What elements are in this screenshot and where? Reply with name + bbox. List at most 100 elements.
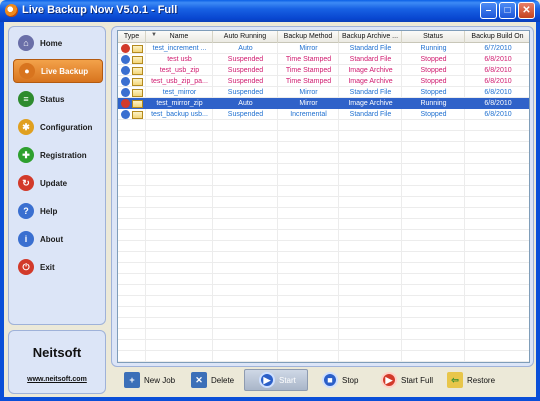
table-cell-built: 6/8/2010 bbox=[484, 100, 512, 107]
app-icon bbox=[5, 4, 18, 17]
exit-icon: ⏻ bbox=[18, 259, 34, 275]
grid-line bbox=[118, 207, 529, 208]
table-row[interactable]: test_increment ... Auto Mirror Standard Fil… bbox=[118, 43, 529, 54]
table-cell-archive: Image Archive bbox=[348, 100, 393, 107]
maximize-button[interactable]: □ bbox=[499, 2, 516, 19]
sidebar-item-home[interactable]: ⌂ Home bbox=[13, 31, 103, 55]
stop-label: Stop bbox=[342, 375, 359, 385]
column-header[interactable]: Auto Running bbox=[213, 31, 278, 43]
close-button[interactable]: ✕ bbox=[518, 2, 535, 19]
table-cell-method: Mirror bbox=[299, 89, 318, 96]
start-icon: ▶ bbox=[259, 372, 275, 388]
sidebar-item-live-backup[interactable]: ● Live Backup bbox=[13, 59, 103, 83]
table-cell-auto: Auto bbox=[238, 100, 253, 107]
job-type-icon bbox=[121, 44, 145, 53]
job-type-icon bbox=[121, 99, 145, 108]
sidebar-item-status[interactable]: ≡ Status bbox=[13, 87, 103, 111]
sidebar-item-label: Update bbox=[40, 178, 68, 188]
table-cell-method: Time Stamped bbox=[285, 78, 332, 85]
table-row[interactable]: test usb Suspended Time Stamped Standard Fi… bbox=[118, 54, 529, 65]
backup-jobs-table: Type Name Auto Running Backup Method Backup … bbox=[117, 30, 530, 363]
grid-line bbox=[118, 361, 529, 362]
column-header[interactable]: Status bbox=[402, 31, 465, 43]
table-cell-method: Mirror bbox=[299, 45, 318, 52]
table-cell-status: Stopped bbox=[420, 89, 447, 96]
table-cell-name: test_increment ... bbox=[152, 45, 207, 52]
sidebar-item-label: Help bbox=[40, 206, 58, 216]
table-cell-status: Running bbox=[420, 100, 447, 107]
grid-line bbox=[118, 317, 529, 318]
new-job-icon: + bbox=[124, 372, 140, 388]
grid-line bbox=[118, 163, 529, 164]
brand-box: Neitsoft www.neitsoft.com bbox=[8, 330, 106, 394]
grid-line bbox=[118, 240, 529, 241]
delete-button[interactable]: ✕ Delete bbox=[191, 369, 234, 391]
minimize-icon: – bbox=[485, 5, 492, 16]
configuration-gear-icon: ✱ bbox=[18, 119, 34, 135]
table-cell-auto: Suspended bbox=[227, 111, 264, 118]
brand-url-link[interactable]: www.neitsoft.com bbox=[9, 376, 105, 383]
start-full-button[interactable]: ▶ Start Full bbox=[381, 369, 433, 391]
delete-label: Delete bbox=[211, 375, 235, 385]
table-cell-status: Stopped bbox=[420, 111, 447, 118]
sidebar-item-configuration[interactable]: ✱ Configuration bbox=[13, 115, 103, 139]
table-cell-built: 6/8/2010 bbox=[484, 111, 512, 118]
new-job-button[interactable]: + New Job bbox=[124, 369, 175, 391]
about-icon: i bbox=[18, 231, 34, 247]
table-cell-status: Running bbox=[420, 45, 447, 52]
table-cell-auto: Suspended bbox=[227, 56, 264, 63]
grid-line bbox=[118, 218, 529, 219]
minimize-button[interactable]: – bbox=[480, 2, 497, 19]
table-row[interactable]: test_mirror_zip Auto Mirror Image Archive Ru… bbox=[118, 98, 529, 109]
table-cell-built: 6/8/2010 bbox=[484, 56, 512, 63]
job-type-icon bbox=[121, 55, 145, 64]
grid-line bbox=[118, 273, 529, 274]
column-header[interactable]: Type bbox=[118, 31, 146, 43]
folder-icon bbox=[132, 100, 143, 108]
grid-line bbox=[118, 251, 529, 252]
grid-line bbox=[118, 130, 529, 131]
grid-line bbox=[118, 306, 529, 307]
sidebar-item-update[interactable]: ↻ Update bbox=[13, 171, 103, 195]
table-cell-status: Stopped bbox=[420, 67, 447, 74]
start-button[interactable]: ▶ Start bbox=[244, 369, 308, 391]
job-state-icon bbox=[121, 55, 130, 64]
table-row[interactable]: test_mirror Suspended Mirror Standard File S… bbox=[118, 87, 529, 98]
job-state-icon bbox=[121, 66, 130, 75]
column-header[interactable]: Backup Method bbox=[278, 31, 339, 43]
table-cell-archive: Image Archive bbox=[348, 78, 393, 85]
table-cell-auto: Suspended bbox=[227, 78, 264, 85]
grid-line bbox=[118, 262, 529, 263]
folder-icon bbox=[132, 45, 143, 53]
sidebar-item-label: Home bbox=[40, 38, 63, 48]
grid-line bbox=[118, 196, 529, 197]
sort-arrow-icon: ▼ bbox=[151, 32, 157, 38]
sidebar-item-about[interactable]: i About bbox=[13, 227, 103, 251]
job-state-icon bbox=[121, 44, 130, 53]
status-bars-icon: ≡ bbox=[18, 91, 34, 107]
column-header[interactable]: Backup Build On bbox=[465, 31, 529, 43]
sidebar-item-exit[interactable]: ⏻ Exit bbox=[13, 255, 103, 279]
table-header: Type Name Auto Running Backup Method Backup … bbox=[118, 31, 529, 43]
sidebar-nav: ⌂ Home ● Live Backup ≡ Status ✱ Configuration ✚ R… bbox=[8, 26, 106, 325]
table-row[interactable]: test_backup usb... Suspended Incremental St… bbox=[118, 109, 529, 120]
sidebar-item-label: About bbox=[40, 234, 64, 244]
stop-button[interactable]: ■ Stop bbox=[322, 369, 358, 391]
table-row[interactable]: test_usb_zip Suspended Time Stamped Image A… bbox=[118, 65, 529, 76]
folder-icon bbox=[132, 111, 143, 119]
table-row[interactable]: test_usb_zip_pa... Suspended Time Stamped I… bbox=[118, 76, 529, 87]
main-panel: Type Name Auto Running Backup Method Backup … bbox=[111, 26, 534, 367]
folder-icon bbox=[132, 56, 143, 64]
job-state-icon bbox=[121, 99, 130, 108]
sidebar-item-help[interactable]: ? Help bbox=[13, 199, 103, 223]
sidebar-item-label: Live Backup bbox=[41, 66, 89, 76]
grid-line bbox=[118, 174, 529, 175]
table-cell-status: Stopped bbox=[420, 56, 447, 63]
folder-icon bbox=[132, 89, 143, 97]
table-cell-name: test usb bbox=[167, 56, 192, 63]
title-bar[interactable]: Live Backup Now V5.0.1 - Full – □ ✕ bbox=[0, 0, 540, 22]
sidebar-item-registration[interactable]: ✚ Registration bbox=[13, 143, 103, 167]
job-state-icon bbox=[121, 77, 130, 86]
restore-button[interactable]: ⇦ Restore bbox=[447, 369, 495, 391]
column-header[interactable]: Backup Archive ... bbox=[339, 31, 402, 43]
